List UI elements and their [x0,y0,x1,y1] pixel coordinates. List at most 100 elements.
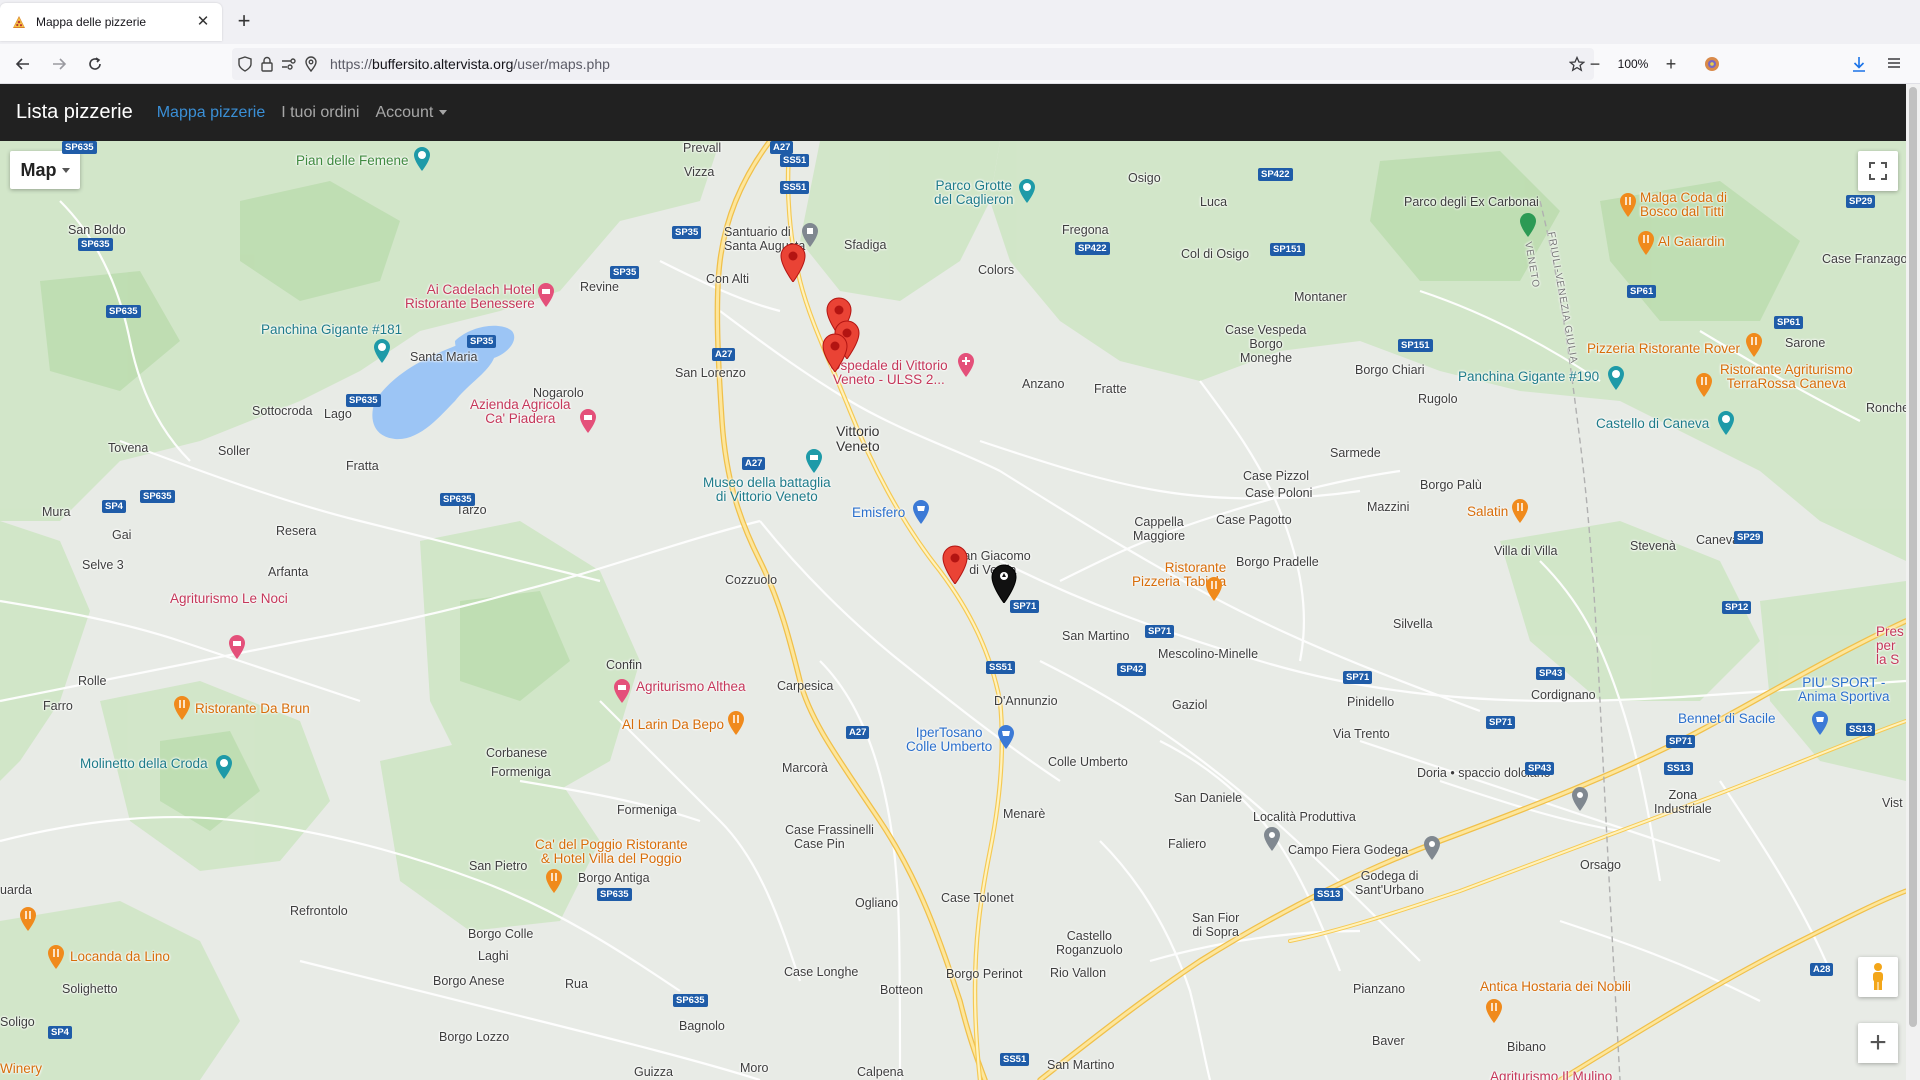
shield-icon[interactable] [234,48,256,80]
page-scrollbar[interactable] [1906,84,1920,1080]
poi-label[interactable]: Ristorante Agriturismo TerraRossa Caneva [1720,363,1853,391]
poi-label[interactable]: Al Gaiardin [1658,234,1725,249]
hospital-icon[interactable] [956,351,976,377]
site-brand[interactable]: Lista pizzerie [16,101,133,124]
reload-icon[interactable] [82,51,108,77]
winery-icon[interactable] [578,407,598,433]
menu-icon[interactable] [1886,55,1904,73]
poi-label[interactable]: Museo della battaglia di Vittorio Veneto [703,476,831,504]
zoom-out-icon[interactable]: − [1580,49,1610,79]
pizzeria-marker[interactable] [779,242,807,282]
restaurant-icon[interactable] [1744,331,1764,357]
restaurant-icon[interactable] [1510,497,1530,523]
back-icon[interactable] [10,51,36,77]
download-icon[interactable] [1850,55,1868,73]
poi-label[interactable]: Agriturismo Il Mulino [1490,1069,1612,1080]
shopping-icon[interactable] [911,498,931,524]
map-canvas[interactable]: Map + Prevall Vizza Osigo Luca Pian dell… [0,141,1906,1080]
place-label: San Daniele [1174,791,1243,805]
poi-label[interactable]: Azienda Agricola Ca' Piadera [470,398,571,426]
park-icon[interactable] [214,753,234,779]
scrollbar-thumb[interactable] [1909,87,1917,1027]
poi-label[interactable]: Molinetto della Croda [80,756,208,771]
zoom-level[interactable]: 100% [1610,57,1656,71]
restaurant-icon[interactable] [1204,575,1224,601]
poi-label[interactable]: Emisfero [852,505,905,520]
map-zoom-in-button[interactable]: + [1858,1023,1898,1063]
nav-tuoi-ordini[interactable]: I tuoi ordini [281,104,359,122]
poi-label[interactable]: Pres per la S [1876,625,1906,667]
poi-label[interactable]: Ristorante Da Brun [195,701,310,716]
place-label: Case Longhe [784,965,859,979]
restaurant-icon[interactable] [1484,997,1504,1023]
road-shield: SP635 [106,305,141,318]
poi-label[interactable]: Ai Cadelach Hotel Ristorante Benessere [405,283,535,311]
permissions-icon[interactable] [278,48,300,80]
hotel-icon[interactable] [227,633,247,659]
lock-icon[interactable] [256,48,278,80]
restaurant-icon[interactable] [46,943,66,969]
place-label: San Martino [1062,629,1130,643]
extension-icon[interactable] [1703,55,1721,73]
location-icon[interactable] [300,48,322,80]
museum-icon[interactable] [804,447,824,473]
nav-account-dropdown[interactable]: Account [375,104,448,122]
forward-icon[interactable] [46,51,72,77]
browser-tab[interactable]: Mappa delle pizzerie ✕ [0,3,222,41]
poi-label[interactable]: Agriturismo Althea [636,679,746,694]
park-icon[interactable] [412,145,432,171]
shopping-icon[interactable] [996,723,1016,749]
poi-label[interactable]: Malga Coda di Bosco dal Titti [1640,191,1727,219]
poi-label[interactable]: Panchina Gigante #190 [1458,369,1599,384]
place-label: Borgo Moneghe [1240,337,1293,365]
nav-mappa-pizzerie[interactable]: Mappa pizzerie [157,104,266,122]
poi-label[interactable]: Castello di Caneva [1596,416,1709,431]
location-icon[interactable] [1262,825,1282,851]
restaurant-icon[interactable] [726,709,746,735]
poi-label[interactable]: Parco Grotte del Caglieron [934,179,1014,207]
park-icon[interactable] [372,337,392,363]
restaurant-icon[interactable] [1636,229,1656,255]
pizzeria-marker[interactable] [821,332,849,372]
user-location-marker[interactable] [990,563,1018,603]
url-bar[interactable]: https://buffersito.altervista.org/user/m… [232,48,1594,80]
restaurant-icon[interactable] [544,867,564,893]
location-icon[interactable] [1422,834,1442,860]
hotel-icon[interactable] [536,281,556,307]
hotel-icon[interactable] [612,677,632,703]
new-tab-icon[interactable]: + [232,10,256,34]
zoom-in-icon[interactable]: + [1656,49,1686,79]
restaurant-icon[interactable] [172,694,192,720]
poi-label[interactable]: Antica Hostaria dei Nobili [1480,979,1631,994]
place-label: Borgo Colle [468,927,534,941]
map-type-button[interactable]: Map [10,151,80,189]
shopping-icon[interactable] [1810,709,1830,735]
fullscreen-button[interactable] [1858,151,1898,191]
poi-label[interactable]: Pian delle Femene [296,153,409,168]
poi-label[interactable]: Salatin [1467,504,1508,519]
park-icon[interactable] [1017,177,1037,203]
poi-label[interactable]: Ca' del Poggio Ristorante & Hotel Villa … [535,838,688,866]
castle-icon[interactable] [1716,409,1736,435]
poi-label[interactable]: Campo Fiera Godega [1288,843,1408,857]
poi-label[interactable]: Bennet di Sacile [1678,711,1776,726]
poi-label[interactable]: Pizzeria Ristorante Rover [1587,341,1740,356]
restaurant-icon[interactable] [1694,371,1714,397]
poi-label[interactable]: Agriturismo Le Noci [170,591,288,606]
place-label: Tovena [108,441,149,455]
place-label: Gaziol [1172,698,1208,712]
restaurant-icon[interactable] [18,905,38,931]
poi-label[interactable]: Al Larin Da Bepo [622,717,724,732]
close-tab-icon[interactable]: ✕ [194,13,212,31]
street-view-pegman[interactable] [1858,957,1898,997]
poi-label[interactable]: Panchina Gigante #181 [261,322,402,337]
poi-label[interactable]: IperTosano Colle Umberto [906,726,992,754]
poi-label[interactable]: Winery [0,1061,42,1076]
location-icon[interactable] [1570,785,1590,811]
poi-label[interactable]: PIU' SPORT - Anima Sportiva [1798,676,1890,704]
park-icon[interactable] [1606,364,1626,390]
poi-label[interactable]: Locanda da Lino [70,949,170,964]
park-icon[interactable] [1518,211,1538,237]
pizzeria-marker[interactable] [941,544,969,584]
restaurant-icon[interactable] [1618,191,1638,217]
